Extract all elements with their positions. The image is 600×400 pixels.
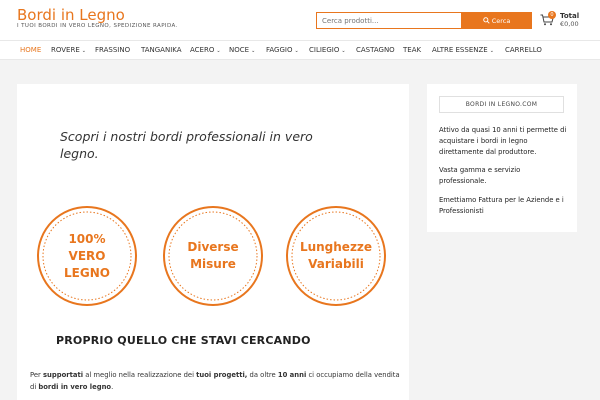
chevron-down-icon: ⌄ <box>251 48 256 54</box>
text-run: . <box>111 383 114 391</box>
text-run: Per <box>30 371 43 379</box>
nav-item-altre-essenze[interactable]: ALTRE ESSENZE ⌄ <box>432 41 494 60</box>
search-input[interactable] <box>316 12 461 29</box>
search-button[interactable]: Cerca <box>461 12 532 29</box>
site-header: Bordi in Legno I TUOI BORDI IN VERO LEGN… <box>0 0 600 40</box>
nav-item-teak[interactable]: TEAK <box>403 41 421 60</box>
sidebar-text-3: Emettiamo Fattura per le Aziende e i Pro… <box>439 196 564 215</box>
chevron-down-icon: ⌄ <box>216 48 221 54</box>
nav-item-ciliegio[interactable]: CILIEGIO ⌄ <box>309 41 346 60</box>
nav-item-faggio[interactable]: FAGGIO ⌄ <box>266 41 299 60</box>
cart-widget[interactable]: 0 Total €0,00 <box>538 11 598 31</box>
cart-count-badge: 0 <box>548 11 556 19</box>
search-icon <box>482 17 490 24</box>
chevron-down-icon: ⌄ <box>81 48 86 54</box>
text-run: al meglio nella realizzazione dei <box>83 371 197 379</box>
nav-label: ALTRE ESSENZE <box>432 46 488 54</box>
badge-text: Diverse Misure <box>162 205 264 307</box>
search-button-label: Cerca <box>491 16 511 25</box>
text-run-bold: tuoi progetti, <box>196 371 248 379</box>
nav-item-frassino[interactable]: FRASSINO <box>95 41 130 60</box>
cart-total-label: Total <box>560 12 580 20</box>
nav-label: ACERO <box>190 46 215 54</box>
chevron-down-icon: ⌄ <box>341 48 346 54</box>
chevron-down-icon: ⌄ <box>294 48 299 54</box>
badge-line: Variabili <box>308 257 364 271</box>
body-paragraph: Per supportati al meglio nella realizzaz… <box>30 369 400 393</box>
text-run-bold: 10 anni <box>277 371 307 379</box>
cart-total-value: €0,00 <box>560 20 579 28</box>
chevron-down-icon: ⌄ <box>489 48 494 54</box>
text-run-bold: bordi in vero legno <box>38 383 112 391</box>
badge-diverse-misure: Diverse Misure <box>162 205 264 307</box>
nav-item-carrello[interactable]: CARRELLO <box>505 41 542 60</box>
sidebar-text-2: Vasta gamma e servizio professionale. <box>439 166 521 185</box>
nav-label: ROVERE <box>51 46 80 54</box>
badge-line: 100% <box>68 231 106 246</box>
main-nav: HOME ROVERE ⌄ FRASSINO TANGANIKA ACERO ⌄ N… <box>0 40 600 60</box>
nav-item-castagno[interactable]: CASTAGNO <box>356 41 395 60</box>
sidebar-widget: BORDI IN LEGNO.COM Attivo da quasi 10 an… <box>427 84 577 232</box>
badge-text: 100% VERO LEGNO <box>36 205 138 307</box>
text-run-bold: supportati <box>43 371 84 379</box>
site-tagline: I TUOI BORDI IN VERO LEGNO, SPEDIZIONE R… <box>17 23 178 29</box>
nav-label: CASTAGNO <box>356 46 395 54</box>
badge-line: Misure <box>190 257 236 271</box>
nav-label: FRASSINO <box>95 46 131 54</box>
text-run: da oltre <box>247 371 278 379</box>
main-content: Scopri i nostri bordi professionali in v… <box>17 84 409 400</box>
sidebar-title: BORDI IN LEGNO.COM <box>439 96 564 113</box>
nav-label: CILIEGIO <box>309 46 340 54</box>
badge-line: VERO <box>68 248 106 263</box>
badge-text: Lunghezze Variabili <box>285 205 387 307</box>
nav-label: NOCE <box>229 46 250 54</box>
nav-item-tanganika[interactable]: TANGANIKA <box>141 41 182 60</box>
nav-item-rovere[interactable]: ROVERE ⌄ <box>51 41 86 60</box>
section-heading: PROPRIO QUELLO CHE STAVI CERCANDO <box>56 334 311 347</box>
badge-lunghezze-variabili: Lunghezze Variabili <box>285 205 387 307</box>
sidebar-text-1: Attivo da quasi 10 anni ti permette di a… <box>439 126 567 156</box>
badge-line: LEGNO <box>64 265 110 280</box>
badge-line: Diverse <box>187 240 239 254</box>
badge-vero-legno: 100% VERO LEGNO <box>36 205 138 307</box>
nav-label: TANGANIKA <box>141 46 182 54</box>
nav-label: TEAK <box>403 46 422 54</box>
nav-label: FAGGIO <box>266 46 293 54</box>
intro-text: Scopri i nostri bordi professionali in v… <box>60 129 313 161</box>
search-form: Cerca <box>316 12 532 29</box>
site-title[interactable]: Bordi in Legno <box>17 6 125 24</box>
nav-item-noce[interactable]: NOCE ⌄ <box>229 41 255 60</box>
nav-label: CARRELLO <box>505 46 542 54</box>
badge-line: Lunghezze <box>299 240 373 254</box>
nav-item-home[interactable]: HOME <box>20 41 41 60</box>
nav-item-acero[interactable]: ACERO ⌄ <box>190 41 221 60</box>
nav-label: HOME <box>20 46 42 54</box>
